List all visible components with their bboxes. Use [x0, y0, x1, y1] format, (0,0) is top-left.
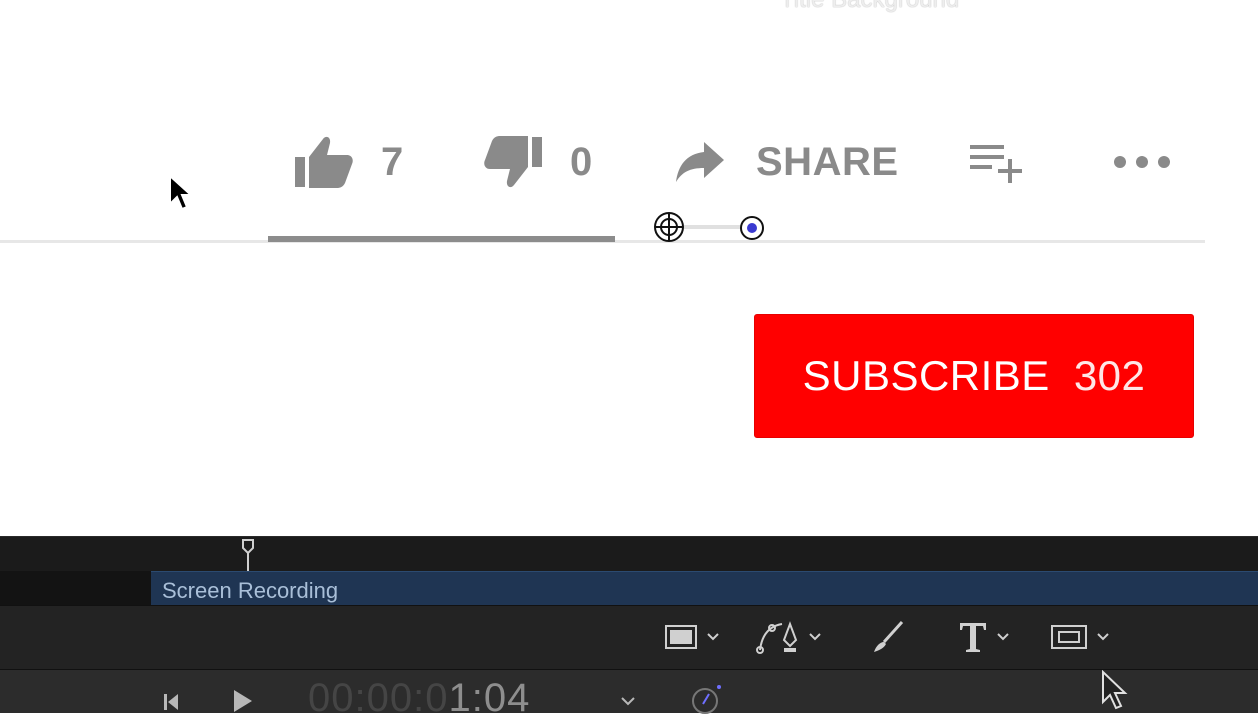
- timeline-clip[interactable]: Screen Recording: [151, 571, 1258, 606]
- title-background-label: Title Background: [780, 0, 959, 14]
- frame-icon: [1051, 625, 1087, 649]
- chevron-down-icon[interactable]: [706, 632, 720, 642]
- thumbs-down-icon: [484, 136, 542, 188]
- transform-rotation-handle[interactable]: [739, 215, 765, 241]
- rectangle-icon: [665, 625, 697, 649]
- subscribe-label: SUBSCRIBE: [802, 352, 1050, 399]
- video-canvas: Title Background 7 0 SHARE: [0, 0, 1258, 536]
- timeline-ruler[interactable]: [0, 536, 1258, 572]
- subscriber-count: 302: [1073, 352, 1146, 399]
- like-count: 7: [381, 139, 404, 184]
- timecode-bright: 1:04: [448, 676, 531, 720]
- text-tool[interactable]: [958, 620, 1010, 654]
- brush-tool[interactable]: [870, 620, 906, 654]
- transport-bar: 00:00:01:04: [0, 669, 1258, 720]
- timecode-display[interactable]: 00:00:01:04: [308, 676, 530, 721]
- brush-icon: [874, 620, 904, 652]
- play-icon[interactable]: [232, 688, 254, 714]
- chevron-down-icon[interactable]: [996, 632, 1010, 642]
- more-dots-icon: [1114, 156, 1170, 168]
- retime-icon[interactable]: [689, 684, 723, 714]
- frame-tool[interactable]: [1050, 620, 1110, 654]
- playhead-icon[interactable]: [241, 538, 255, 572]
- chevron-down-icon[interactable]: [1096, 632, 1110, 642]
- clip-label: Screen Recording: [162, 578, 339, 603]
- timeline-track: Screen Recording: [0, 571, 1258, 606]
- add-to-playlist-button[interactable]: [968, 130, 1026, 194]
- sentiment-bar-fill: [268, 236, 615, 242]
- like-button[interactable]: 7: [293, 130, 403, 194]
- transform-anchor-handle[interactable]: [653, 211, 685, 243]
- bezier-pen-icon: [756, 621, 798, 654]
- more-button[interactable]: [1112, 130, 1172, 194]
- shape-toolbar: [0, 605, 1258, 670]
- rectangle-tool[interactable]: [664, 620, 720, 654]
- mouse-cursor-icon: [1102, 670, 1128, 710]
- dislike-count: 0: [570, 139, 593, 184]
- chevron-down-icon[interactable]: [808, 632, 822, 642]
- mouse-cursor-icon: [169, 174, 194, 211]
- timecode-dim: 00:00:0: [308, 676, 449, 720]
- share-button[interactable]: SHARE: [674, 130, 899, 194]
- dislike-button[interactable]: 0: [482, 130, 592, 194]
- playlist-add-icon: [970, 145, 1022, 183]
- share-label: SHARE: [756, 139, 899, 184]
- pen-tool[interactable]: [756, 620, 822, 654]
- text-icon: [960, 623, 986, 652]
- thumbs-up-icon: [295, 136, 353, 188]
- chevron-down-icon[interactable]: [620, 696, 636, 708]
- share-arrow-icon: [676, 142, 724, 182]
- skip-back-icon[interactable]: [162, 692, 180, 712]
- subscribe-button[interactable]: SUBSCRIBE 302: [754, 314, 1194, 438]
